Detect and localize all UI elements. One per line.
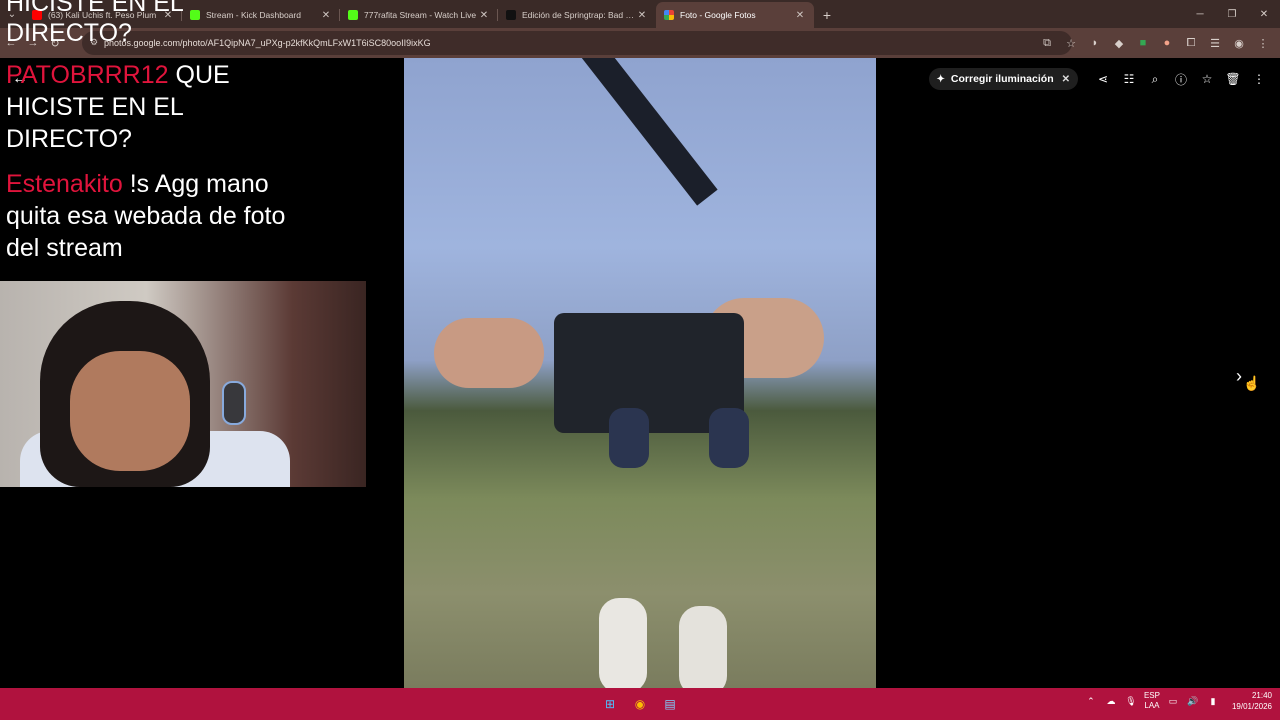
webcam-overlay <box>0 281 366 487</box>
next-photo-icon[interactable]: › <box>1236 366 1242 387</box>
network-icon[interactable]: ▭ <box>1166 696 1180 707</box>
extension-icon[interactable]: ● <box>1156 32 1178 54</box>
tab-title: Edición de Springtrap: Bad Hap <box>522 10 636 20</box>
webcam-face <box>70 351 190 471</box>
photo-shoe <box>599 598 647 688</box>
zoom-icon[interactable]: ⌕ <box>1144 68 1166 90</box>
chat-message: PATOBRRR12 QUE HICISTE EN EL DIRECTO? <box>6 59 306 155</box>
clock[interactable]: 21:40 19/01/2026 <box>1232 690 1272 712</box>
language-code: ESP <box>1143 691 1160 700</box>
cursor-icon: ☝ <box>1243 375 1261 391</box>
language-indicator[interactable]: ESP LAA <box>1144 691 1160 711</box>
language-layout: LAA <box>1144 701 1160 710</box>
chat-username: PATOBRRR12 <box>6 61 169 89</box>
chrome-icon[interactable]: ◉ <box>630 694 650 714</box>
system-tray: ⌃ ☁ 🎙 ESP LAA ▭ 🔊 ▮ 21:40 19/01/2026 <box>1084 690 1272 712</box>
close-tab-icon[interactable]: ✕ <box>320 10 332 21</box>
minimize-icon[interactable]: ─ <box>1184 0 1216 28</box>
menu-icon[interactable]: ⋮ <box>1252 32 1274 54</box>
more-options-icon[interactable]: ⋮ <box>1248 68 1270 90</box>
delete-icon[interactable]: 🗑 <box>1222 68 1244 90</box>
extension-icon[interactable]: ◗ <box>1084 32 1106 54</box>
headset-icon <box>222 381 246 425</box>
kick-icon <box>348 10 358 20</box>
google-photos-icon <box>664 10 674 20</box>
windows-start-icon[interactable]: ⊞ <box>600 694 620 714</box>
stream-overlay-text: HICISTE EN EL DIRECTO? <box>6 0 183 47</box>
bookmark-star-icon[interactable]: ☆ <box>1060 32 1082 54</box>
taskbar-apps: ⊞ ◉ ▤ <box>600 694 680 714</box>
stream-chat: PATOBRRR12 QUE HICISTE EN EL DIRECTO? Es… <box>0 58 400 282</box>
sparkle-icon: ✦ <box>936 73 945 85</box>
photo <box>404 58 876 688</box>
clock-time: 21:40 <box>1251 691 1272 700</box>
tab-google-photos[interactable]: Foto - Google Fotos ✕ <box>656 2 814 28</box>
fix-lighting-label: Corregir iluminación <box>950 73 1054 85</box>
close-tab-icon[interactable]: ✕ <box>478 10 490 21</box>
onedrive-icon[interactable]: ☁ <box>1104 696 1118 707</box>
photo-shoe <box>709 408 749 468</box>
close-tab-icon[interactable]: ✕ <box>636 10 648 21</box>
tab-tiktok[interactable]: Edición de Springtrap: Bad Hap ✕ <box>498 2 656 28</box>
taskbar: ⊞ ◉ ▤ ⌃ ☁ 🎙 ESP LAA ▭ 🔊 ▮ 21:40 19/01/20… <box>0 688 1280 720</box>
favorite-star-icon[interactable]: ☆ <box>1196 68 1218 90</box>
window-controls: ─ ❐ ✕ <box>1184 0 1280 28</box>
reading-list-icon[interactable]: ☰ <box>1204 32 1226 54</box>
restore-icon[interactable]: ❐ <box>1216 0 1248 28</box>
new-tab-button[interactable]: + <box>814 2 840 28</box>
notepad-icon[interactable]: ▤ <box>660 694 680 714</box>
photo-shoe <box>609 408 649 468</box>
chat-message: Estenakito !s Agg mano quita esa webada … <box>6 168 306 264</box>
close-tab-icon[interactable]: ✕ <box>794 10 806 21</box>
close-window-icon[interactable]: ✕ <box>1248 0 1280 28</box>
tiktok-icon <box>506 10 516 20</box>
share-icon[interactable]: ⋖ <box>1092 68 1114 90</box>
photo-strap <box>574 58 718 206</box>
extension-icon[interactable]: ◆ <box>1108 32 1130 54</box>
fix-lighting-chip[interactable]: ✦ Corregir iluminación ✕ <box>928 68 1078 90</box>
photo-actions: ✦ Corregir iluminación ✕ ⋖ ☷ ⌕ ⓘ ☆ 🗑 ⋮ <box>928 68 1270 90</box>
photo-shoe <box>679 606 727 688</box>
extension-icon[interactable]: ■ <box>1132 32 1154 54</box>
tab-title: 777rafita Stream - Watch Live <box>364 10 477 20</box>
volume-icon[interactable]: 🔊 <box>1186 696 1200 707</box>
clock-date: 19/01/2026 <box>1231 702 1272 711</box>
chevron-up-icon[interactable]: ⌃ <box>1084 696 1098 707</box>
toolbar-icons: ⧉ ☆ ◗ ◆ ■ ● ⧠ ☰ ◉ ⋮ <box>1036 32 1274 54</box>
close-icon[interactable]: ✕ <box>1062 74 1070 85</box>
tab-kick-stream[interactable]: 777rafita Stream - Watch Live ✕ <box>340 2 498 28</box>
tab-title: Foto - Google Fotos <box>680 10 756 20</box>
avatar[interactable]: ◉ <box>1228 32 1250 54</box>
battery-icon[interactable]: ▮ <box>1206 696 1220 707</box>
chat-username: Estenakito <box>6 170 123 198</box>
info-icon[interactable]: ⓘ <box>1170 68 1192 90</box>
photo-hand <box>434 318 544 388</box>
install-app-icon[interactable]: ⧉ <box>1036 32 1058 54</box>
extensions-puzzle-icon[interactable]: ⧠ <box>1180 32 1202 54</box>
edit-icon[interactable]: ☷ <box>1118 68 1140 90</box>
microphone-icon[interactable]: 🎙 <box>1124 696 1138 707</box>
